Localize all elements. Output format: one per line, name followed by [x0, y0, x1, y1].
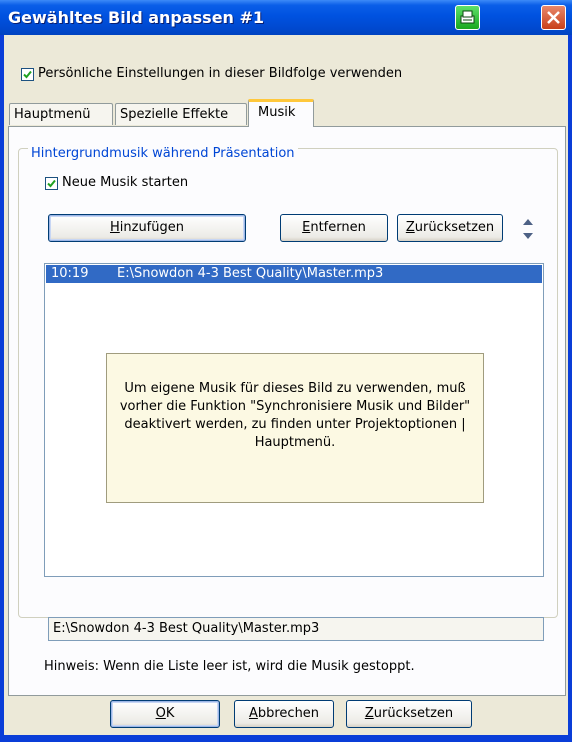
- close-icon: [547, 11, 560, 24]
- dialog-client: Persönliche Einstellungen in dieser Bild…: [4, 35, 568, 735]
- add-button[interactable]: Hinzufügen: [48, 214, 246, 242]
- tab-spezielle-effekte[interactable]: Spezielle Effekte: [115, 103, 247, 125]
- checkmark-icon: [23, 70, 32, 79]
- reset-button[interactable]: Zurücksetzen: [346, 700, 472, 728]
- move-up-button[interactable]: [518, 216, 538, 230]
- reset-list-button[interactable]: Zurücksetzen: [397, 214, 503, 242]
- printer-icon: [460, 10, 475, 24]
- selected-path-field[interactable]: E:\Snowdon 4-3 Best Quality\Master.mp3: [48, 617, 544, 641]
- start-new-music-label: Neue Musik starten: [62, 175, 189, 190]
- remove-button[interactable]: Entfernen: [280, 214, 388, 242]
- mnemonic: H: [109, 220, 120, 235]
- dialog-window: Gewähltes Bild anpassen #1 Persönliche E…: [0, 0, 572, 742]
- button-label: urücksetzen: [373, 706, 454, 721]
- group-title: Hintergrundmusik während Präsentation: [28, 146, 298, 161]
- arrow-down-icon: [523, 233, 533, 239]
- cancel-button[interactable]: Abbrechen: [234, 700, 334, 728]
- tab-hauptmenue[interactable]: Hauptmenü: [9, 103, 113, 125]
- mnemonic: A: [248, 706, 258, 721]
- use-personal-settings-checkbox[interactable]: [21, 68, 34, 81]
- button-label: bbrechen: [257, 706, 320, 721]
- arrow-up-icon: [523, 219, 533, 225]
- close-button[interactable]: [541, 5, 566, 30]
- list-item-time: 10:19: [51, 266, 89, 281]
- button-label: ntfernen: [310, 220, 366, 235]
- mnemonic: Z: [405, 220, 415, 235]
- mnemonic: Z: [364, 706, 374, 721]
- hint-text: Hinweis: Wenn die Liste leer ist, wird d…: [44, 659, 415, 674]
- tab-label: Musik: [258, 105, 296, 120]
- tab-label: Spezielle Effekte: [120, 107, 229, 122]
- tab-label: Hauptmenü: [14, 107, 91, 122]
- list-item[interactable]: 10:19 E:\Snowdon 4-3 Best Quality\Master…: [46, 265, 542, 283]
- use-personal-settings-label: Persönliche Einstellungen in dieser Bild…: [38, 66, 403, 81]
- title-bar[interactable]: Gewähltes Bild anpassen #1: [0, 0, 572, 35]
- button-label: K: [165, 706, 175, 721]
- button-label: inzufügen: [119, 220, 184, 235]
- mnemonic: O: [155, 706, 166, 721]
- window-title: Gewähltes Bild anpassen #1: [8, 8, 265, 27]
- print-button[interactable]: [455, 5, 480, 30]
- button-label: urücksetzen: [414, 220, 495, 235]
- info-tooltip: Um eigene Musik für dieses Bild zu verwe…: [106, 353, 484, 503]
- tab-musik[interactable]: Musik: [248, 99, 314, 127]
- ok-button[interactable]: OK: [110, 700, 220, 728]
- checkmark-icon: [47, 179, 56, 188]
- start-new-music-checkbox[interactable]: [45, 177, 58, 190]
- move-down-button[interactable]: [518, 230, 538, 244]
- list-item-path: E:\Snowdon 4-3 Best Quality\Master.mp3: [117, 266, 384, 281]
